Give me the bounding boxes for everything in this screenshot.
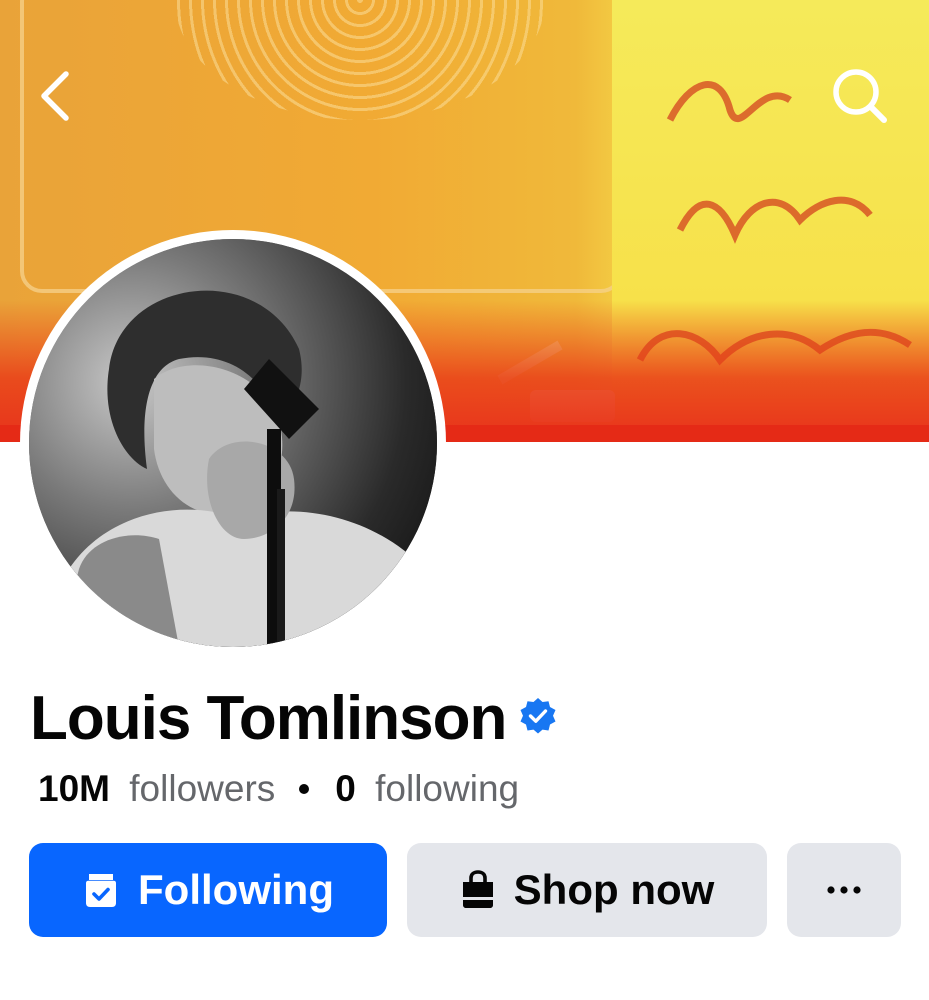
- more-dots-icon: [827, 886, 861, 894]
- profile-photo-art: [29, 239, 437, 647]
- shop-now-button-label: Shop now: [513, 866, 715, 913]
- following-button[interactable]: Following: [29, 843, 387, 937]
- followers-stat[interactable]: 10M followers: [38, 768, 275, 810]
- shopping-bag-icon: [460, 870, 496, 910]
- profile-picture[interactable]: [29, 239, 437, 647]
- back-button[interactable]: [26, 66, 86, 126]
- search-button[interactable]: [830, 66, 890, 126]
- separator-dot: [299, 784, 310, 794]
- shop-now-button[interactable]: Shop now: [407, 843, 767, 937]
- page-follow-check-icon: [82, 870, 120, 910]
- chevron-left-icon: [41, 71, 69, 121]
- profile-name: Louis Tomlinson: [30, 684, 507, 753]
- following-stat[interactable]: 0 following: [335, 768, 519, 810]
- followers-count: 10M: [38, 768, 110, 809]
- followers-label: followers: [129, 768, 276, 809]
- following-label: following: [375, 768, 520, 809]
- profile-name-row: Louis Tomlinson: [30, 682, 558, 756]
- verified-badge-icon: [520, 698, 556, 734]
- following-button-label: Following: [138, 866, 334, 913]
- profile-stats: 10M followers 0 following: [38, 768, 519, 810]
- more-options-button[interactable]: [787, 843, 901, 937]
- search-icon: [833, 69, 887, 123]
- following-count: 0: [335, 768, 356, 809]
